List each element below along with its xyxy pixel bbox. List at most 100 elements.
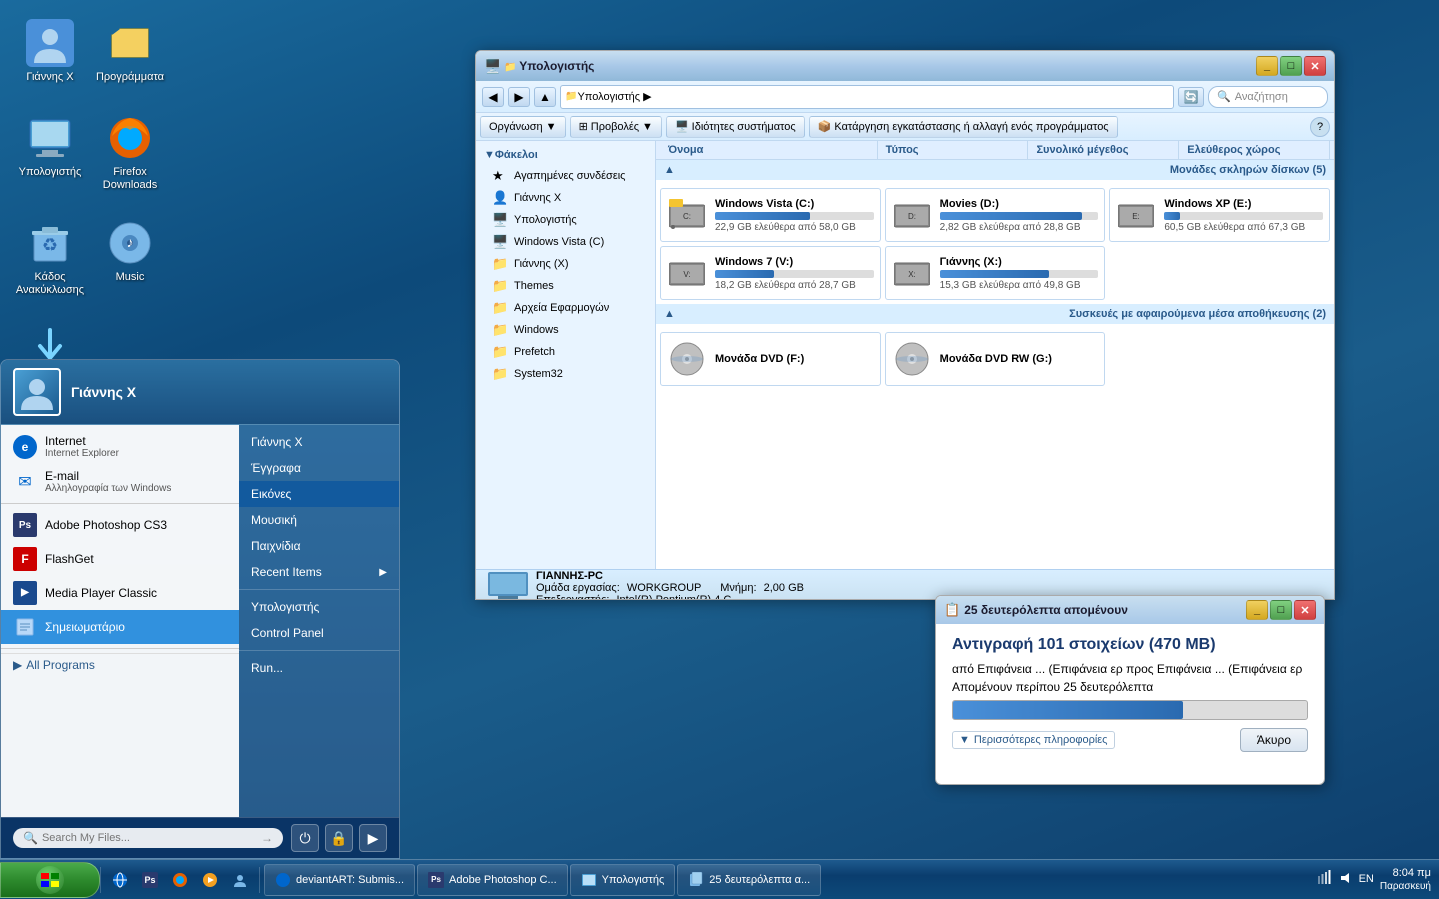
drive-item-e[interactable]: E: Windows XP (E:) 60,5 GB ελεύθερα από …	[1109, 188, 1330, 242]
copy-title-icon: 📋	[944, 602, 960, 618]
menu-item-notepad[interactable]: Σημειωματάριο	[1, 610, 239, 644]
forward-button[interactable]: ▶	[508, 87, 530, 107]
quick-ff[interactable]	[167, 867, 193, 893]
desktop-icon-recycle[interactable]: ♻ ΚάδοςΑνακύκλωσης	[10, 215, 90, 301]
sidebar-item-prefetch[interactable]: 📁 Prefetch	[476, 341, 655, 363]
search-submit-icon: →	[261, 831, 273, 845]
taskbar-copy[interactable]: 25 δευτερόλεπτα α...	[677, 864, 821, 896]
drive-item-d[interactable]: D: Movies (D:) 2,82 GB ελεύθερα από 28,8…	[885, 188, 1106, 242]
right-menu-mousiki[interactable]: Μουσική	[239, 507, 399, 533]
desktop-icon-programmata[interactable]: Προγράμματα	[90, 15, 170, 88]
dvd-item-f[interactable]: Μονάδα DVD (F:)	[660, 332, 881, 386]
taskbar-explorer[interactable]: Υπολογιστής	[570, 864, 676, 896]
desktop-icon-music[interactable]: ♪ Music	[90, 215, 170, 288]
organize-button[interactable]: Οργάνωση ▼	[480, 116, 566, 138]
right-menu-computer[interactable]: Υπολογιστής	[239, 594, 399, 620]
drive-e-bar	[1164, 212, 1323, 220]
menu-item-flashget[interactable]: F FlashGet	[1, 542, 239, 576]
address-bar[interactable]: 📁 Υπολογιστής ▶	[560, 85, 1174, 109]
menu-item-photoshop[interactable]: Ps Adobe Photoshop CS3	[1, 508, 239, 542]
lock-button[interactable]: 🔒	[325, 824, 353, 852]
menu-item-email-content: E-mail Αλληλογραφία των Windows	[45, 469, 171, 494]
quick-users[interactable]	[227, 867, 253, 893]
close-button[interactable]: ✕	[1304, 56, 1326, 76]
col-name[interactable]: Όνομα	[660, 141, 878, 159]
search-box[interactable]: 🔍 Αναζήτηση	[1208, 86, 1328, 108]
sidebar-item-arxeia[interactable]: 📁 Αρχεία Εφαρμογών	[476, 297, 655, 319]
power-button[interactable]: ⏻	[291, 824, 319, 852]
search-bar[interactable]: 🔍 →	[13, 828, 283, 848]
help-button[interactable]: ?	[1310, 117, 1330, 137]
col-type[interactable]: Τύπος	[878, 141, 1029, 159]
sidebar-item-giannhs-x[interactable]: 📁 Γιάννης (Χ)	[476, 253, 655, 275]
menu-item-media[interactable]: ▶ Media Player Classic	[1, 576, 239, 610]
drive-item-c[interactable]: C: Windows Vista (C:) 22,9 GB ελεύθερα α…	[660, 188, 881, 242]
desktop-icon-computer[interactable]: Υπολογιστής	[10, 110, 90, 183]
drive-c-info: Windows Vista (C:) 22,9 GB ελεύθερα από …	[715, 198, 874, 233]
copy-minimize[interactable]: _	[1246, 600, 1268, 620]
explorer-addressbar-row: ◀ ▶ ▲ 📁 Υπολογιστής ▶ 🔄 🔍 Αναζήτηση	[476, 81, 1334, 113]
uninstall-button[interactable]: 📦 Κατάργηση εγκατάστασης ή αλλαγή ενός π…	[809, 116, 1118, 138]
search-box-placeholder: Αναζήτηση	[1235, 91, 1288, 103]
sidebar-item-system32[interactable]: 📁 System32	[476, 363, 655, 385]
uninstall-icon: 📦	[818, 120, 832, 133]
menu-item-email[interactable]: ✉ E-mail Αλληλογραφία των Windows	[1, 464, 239, 499]
system-props-button[interactable]: 🖥️ Ιδιότητες συστήματος	[666, 116, 805, 138]
desktop-icon-firefox[interactable]: Firefox Downloads	[90, 110, 170, 196]
sidebar-item-themes[interactable]: 📁 Themes	[476, 275, 655, 297]
sidebar-item-ypologistis[interactable]: 🖥️ Υπολογιστής	[476, 209, 655, 231]
folders-header[interactable]: ▼ Φάκελοι	[476, 145, 655, 165]
refresh-button[interactable]: 🔄	[1178, 87, 1204, 107]
copy-details: ▼ Περισσότερες πληροφορίες Άκυρο	[952, 728, 1308, 752]
right-menu-documents[interactable]: Έγγραφα	[239, 455, 399, 481]
menu-item-ie-content: Internet Internet Explorer	[45, 434, 119, 459]
copy-window-controls: _ □ ✕	[1246, 600, 1316, 620]
copy-maximize[interactable]: □	[1270, 600, 1292, 620]
drive-d-info: Movies (D:) 2,82 GB ελεύθερα από 28,8 GB	[940, 198, 1099, 233]
windows-sidebar-icon: 📁	[492, 322, 508, 338]
right-menu-recent[interactable]: Recent Items ▶	[239, 559, 399, 585]
right-menu-paixnidia[interactable]: Παιχνίδια	[239, 533, 399, 559]
quick-media[interactable]	[197, 867, 223, 893]
start-button[interactable]	[0, 862, 100, 898]
taskbar-photoshop[interactable]: Ps Adobe Photoshop C...	[417, 864, 568, 896]
all-programs-btn[interactable]: ▶ All Programs	[1, 653, 239, 676]
start-menu-left: e Internet Internet Explorer ✉ E-mail Αλ…	[1, 425, 239, 817]
drive-item-x[interactable]: X: Γιάννης (Χ:) 15,3 GB ελεύθερα από 49,…	[885, 246, 1106, 300]
right-menu-control[interactable]: Control Panel	[239, 620, 399, 646]
arrow-button[interactable]: ▶	[359, 824, 387, 852]
media-player-icon: ▶	[13, 581, 37, 605]
cancel-button[interactable]: Άκυρο	[1240, 728, 1308, 752]
explorer-toolbar: Οργάνωση ▼ ⊞ Προβολές ▼ 🖥️ Ιδιότητες συσ…	[476, 113, 1334, 141]
col-free[interactable]: Ελεύθερος χώρος	[1179, 141, 1330, 159]
search-input[interactable]	[42, 832, 261, 844]
system-props-icon: 🖥️	[675, 120, 689, 133]
up-button[interactable]: ▲	[534, 87, 556, 107]
menu-item-ie[interactable]: e Internet Internet Explorer	[1, 429, 239, 464]
start-menu-body: e Internet Internet Explorer ✉ E-mail Αλ…	[1, 425, 399, 817]
drive-item-v[interactable]: V: Windows 7 (V:) 18,2 GB ελεύθερα από 2…	[660, 246, 881, 300]
sidebar-item-windows[interactable]: 📁 Windows	[476, 319, 655, 341]
taskbar-deviant[interactable]: deviantART: Submis...	[264, 864, 415, 896]
back-button[interactable]: ◀	[482, 87, 504, 107]
sidebar-item-fav[interactable]: ★ Αγαπημένες συνδέσεις	[476, 165, 655, 187]
dvd-item-g[interactable]: Μονάδα DVD RW (G:)	[885, 332, 1106, 386]
email-icon: ✉	[13, 470, 37, 494]
maximize-button[interactable]: □	[1280, 56, 1302, 76]
copy-close[interactable]: ✕	[1294, 600, 1316, 620]
views-button[interactable]: ⊞ Προβολές ▼	[570, 116, 662, 138]
quick-ps[interactable]: Ps	[137, 867, 163, 893]
quick-ie[interactable]	[107, 867, 133, 893]
right-menu-giannhs[interactable]: Γιάννης Χ	[239, 429, 399, 455]
right-menu-eikones[interactable]: Εικόνες	[239, 481, 399, 507]
right-menu-run[interactable]: Run...	[239, 655, 399, 681]
sidebar-item-wvista[interactable]: 🖥️ Windows Vista (C)	[476, 231, 655, 253]
minimize-button[interactable]: _	[1256, 56, 1278, 76]
col-size[interactable]: Συνολικό μέγεθος	[1028, 141, 1179, 159]
desktop-icon-giannhs[interactable]: Γιάννης Χ	[10, 15, 90, 88]
system32-icon: 📁	[492, 366, 508, 382]
more-info-button[interactable]: ▼ Περισσότερες πληροφορίες	[952, 731, 1115, 749]
sidebar-item-giannhs[interactable]: 👤 Γιάννης Χ	[476, 187, 655, 209]
window-controls: _ □ ✕	[1256, 56, 1326, 76]
desktop-icon-giannhs-label: Γιάννης Χ	[26, 71, 73, 84]
